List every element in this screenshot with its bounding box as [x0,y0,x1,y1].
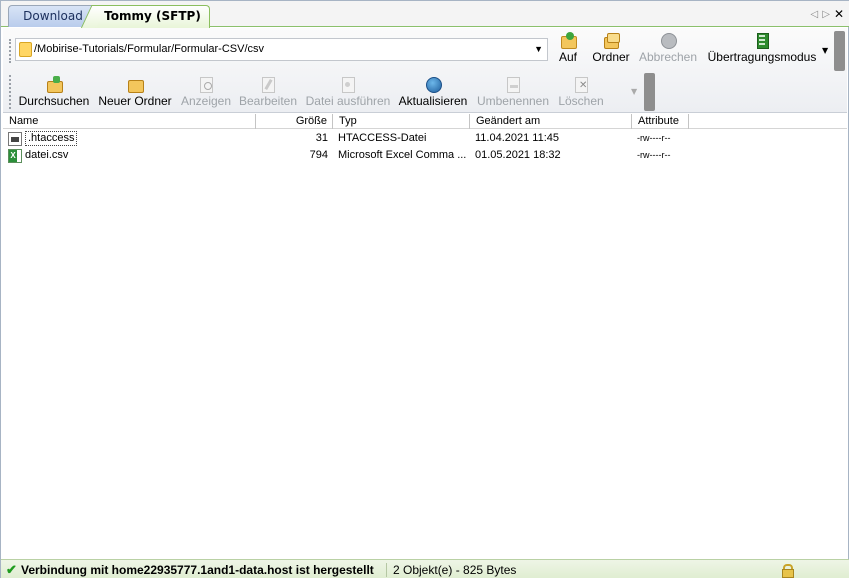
file-row[interactable]: .htaccess 31 HTACCESS-Datei 11.04.2021 1… [3,130,847,147]
connection-status: Verbindung mit home22935777.1and1-data.h… [21,563,374,577]
delete-button[interactable]: Löschen [556,76,606,110]
path-address-bar[interactable]: /Mobirise-Tutorials/Formular/Formular-CS… [15,38,548,61]
status-bar: ✔ Verbindung mit home22935777.1and1-data… [1,559,849,578]
toolbar-top-scroll-handle[interactable] [834,31,845,71]
file-row[interactable]: datei.csv 794 Microsoft Excel Comma ... … [3,147,847,164]
file-type: Microsoft Excel Comma ... [338,149,466,161]
lock-icon [782,564,794,578]
view-button[interactable]: Anzeigen [179,76,233,110]
transfer-mode-icon [754,32,770,49]
browse-button[interactable]: Durchsuchen [17,76,91,110]
refresh-button[interactable]: Aktualisieren [397,76,469,110]
new-folder-button[interactable]: Neuer Ordner [97,76,173,110]
tab-bar: Download Tommy (SFTP) ◁ ▷ ✕ [1,1,849,28]
delete-icon [573,76,589,93]
file-type: HTACCESS-Datei [338,132,427,144]
toolbar-top-overflow-icon[interactable]: ▼ [822,46,828,55]
folders-icon [603,32,620,49]
rename-icon [505,76,521,93]
toolbar-bottom-grip[interactable] [9,75,11,109]
tab-prev-icon[interactable]: ◁ [811,9,819,20]
refresh-icon [425,76,442,93]
file-modified: 11.04.2021 11:45 [475,132,560,144]
status-separator [386,563,387,577]
file-modified: 01.05.2021 18:32 [475,149,561,161]
toolbar-bottom-scroll-handle[interactable] [644,73,655,111]
tab-next-icon[interactable]: ▷ [822,9,830,20]
file-attributes: -rw----r-- [637,133,671,143]
tab-tommy-sftp[interactable]: Tommy (SFTP) [95,5,210,28]
file-attributes: -rw----r-- [637,150,671,160]
file-list-header: Name Größe Typ Geändert am Attribute [3,114,847,129]
cancel-button[interactable]: Abbrechen [637,32,699,72]
folders-button[interactable]: Ordner [590,32,632,72]
file-name: .htaccess [25,131,78,146]
folder-icon [19,42,32,57]
column-attributes[interactable]: Attribute [632,114,689,129]
run-file-button[interactable]: Datei ausführen [303,76,393,110]
column-modified[interactable]: Geändert am [470,114,632,129]
view-icon [198,76,214,93]
up-button[interactable]: Auf [555,32,581,72]
file-size: 31 [315,132,328,144]
path-dropdown-icon[interactable]: ▼ [534,39,543,60]
address-bar-grip[interactable] [9,39,11,63]
column-type[interactable]: Typ [333,114,470,129]
transfer-mode-button[interactable]: Übertragungsmodus [705,32,819,72]
edit-button[interactable]: Bearbeiten [238,76,298,110]
object-count: 2 Objekt(e) - 825 Bytes [393,563,517,577]
sftp-panel: Download Tommy (SFTP) ◁ ▷ ✕ /Mobirise-Tu… [0,0,849,578]
path-text: /Mobirise-Tutorials/Formular/Formular-CS… [34,43,265,55]
folder-up-icon [560,32,577,49]
close-icon[interactable]: ✕ [834,7,844,21]
run-file-icon [340,76,356,93]
new-folder-icon [127,76,144,93]
htaccess-file-icon [8,132,22,146]
column-name[interactable]: Name [3,114,256,129]
file-size: 794 [309,149,328,161]
column-size[interactable]: Größe [256,114,333,129]
stop-icon [660,32,677,49]
file-name: datei.csv [25,149,69,161]
rename-button[interactable]: Umbenennen [475,76,551,110]
browse-folder-icon [46,76,63,93]
connected-check-icon: ✔ [6,562,17,577]
edit-icon [260,76,276,93]
tab-navigation: ◁ ▷ ✕ [811,7,844,21]
toolbar-bottom-overflow-icon[interactable]: ▼ [631,87,637,96]
excel-file-icon [8,149,22,163]
